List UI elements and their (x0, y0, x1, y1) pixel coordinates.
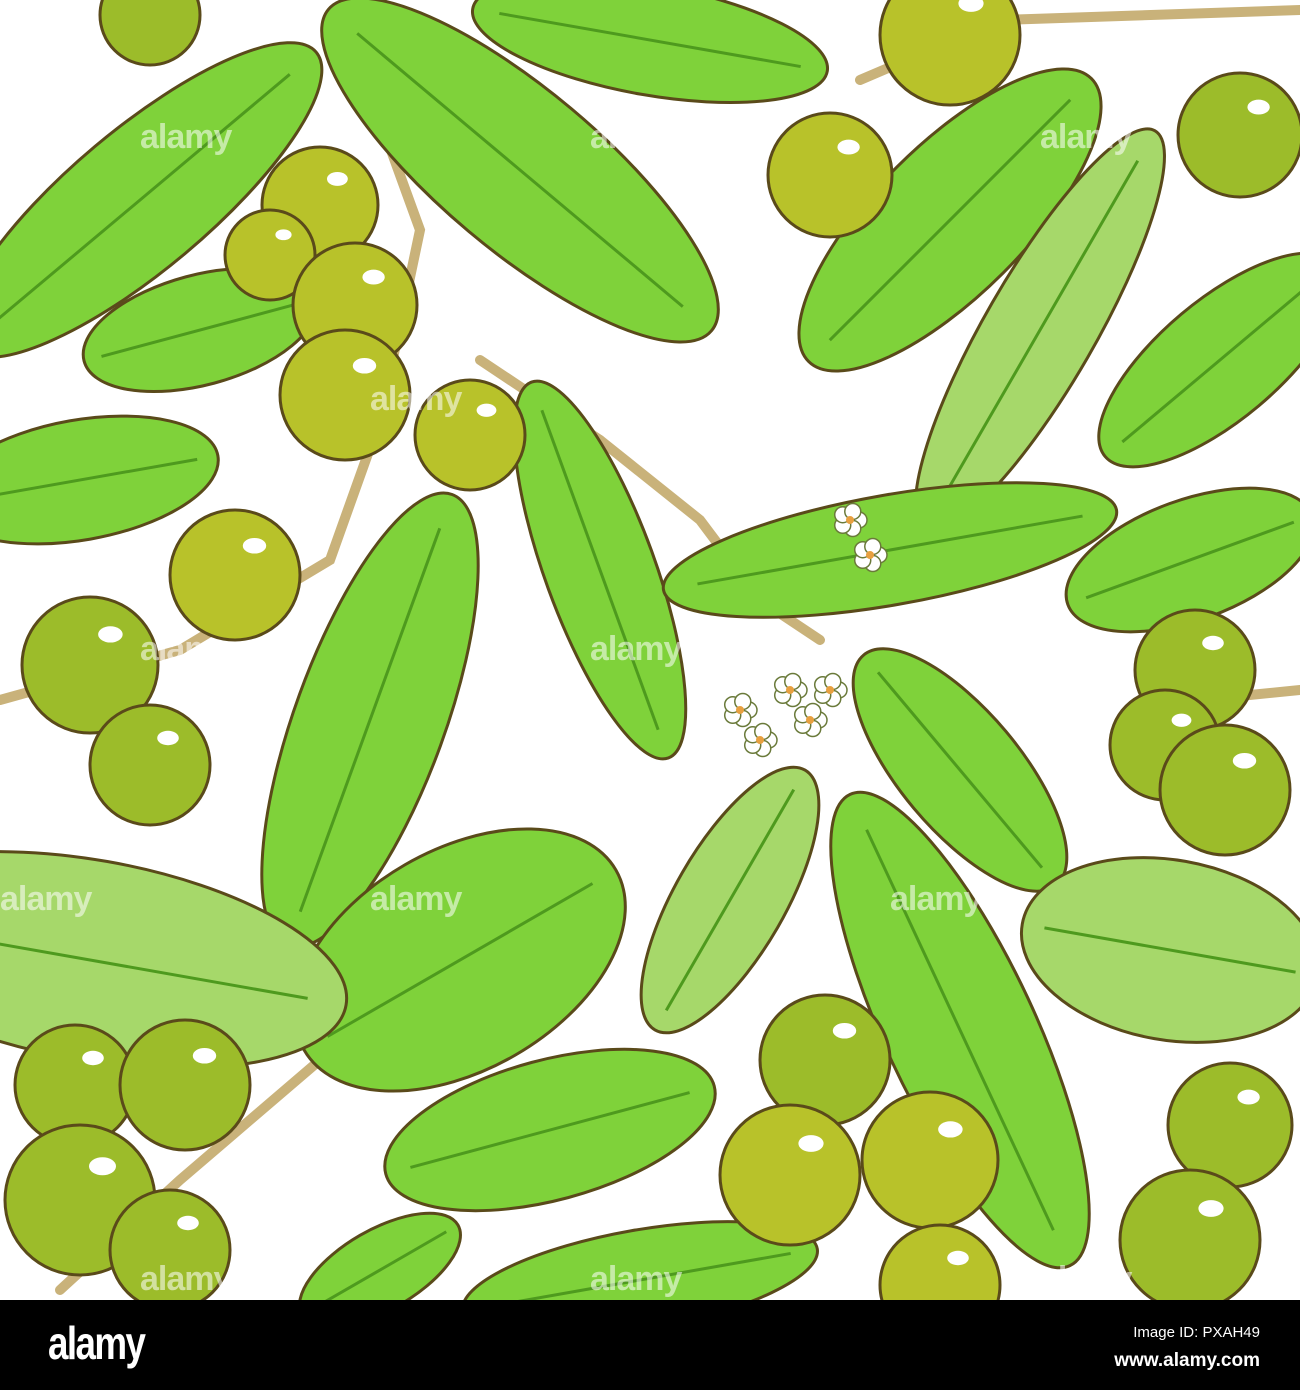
fruit-highlight (242, 537, 267, 554)
fruit-highlight (1202, 635, 1224, 651)
fruit-highlight (352, 357, 377, 374)
flower-center (786, 686, 794, 694)
flower-center (826, 686, 834, 694)
watermark: alamy (0, 380, 92, 418)
watermark: alamy (820, 380, 912, 418)
shea-fruit (878, 1223, 1002, 1300)
fruit-highlight (362, 269, 385, 285)
watermark: alamy (1040, 118, 1132, 156)
watermark: alamy (140, 118, 232, 156)
fruit-highlight (82, 1050, 104, 1066)
watermark: alamy (590, 630, 682, 668)
shea-fruit (766, 111, 894, 239)
footer-bar: alamy Image ID: PXAH49 www.alamy.com (0, 1300, 1300, 1390)
fruit-highlight (157, 730, 179, 746)
flower-petal (824, 672, 842, 691)
fruit-highlight (1171, 713, 1192, 727)
flower-center (736, 706, 744, 714)
fruit-highlight (177, 1215, 199, 1231)
watermark: alamy (370, 380, 462, 418)
flower-petal (784, 672, 802, 691)
watermark: alamy (590, 118, 682, 156)
fruit-highlight (1237, 1089, 1260, 1105)
fruit-highlight (275, 229, 292, 241)
watermark: alamy (140, 1260, 232, 1298)
shea-fruit (98, 0, 202, 67)
flower-center (866, 551, 874, 559)
fruit-highlight (1198, 1200, 1224, 1217)
fruit-highlight (832, 1022, 857, 1039)
watermark: alamy (590, 1260, 682, 1298)
flower-petal (844, 502, 862, 521)
fruit-highlight (326, 171, 348, 186)
shea-fruit (860, 1090, 1000, 1230)
fruit-highlight (938, 1121, 963, 1138)
flower-petal (864, 537, 882, 556)
flower-center (846, 516, 854, 524)
flower-petal (754, 722, 772, 741)
shea-fruit (1166, 1061, 1294, 1189)
shea-fruit (88, 703, 212, 827)
flower-center (806, 716, 814, 724)
image-id: Image ID: PXAH49 (1133, 1324, 1260, 1341)
flower-center (756, 736, 764, 744)
watermark: alamy (140, 630, 232, 668)
flower-petal (734, 692, 752, 711)
shea-fruit (1158, 723, 1292, 857)
flower-petal (804, 702, 822, 721)
watermark: alamy (1040, 630, 1132, 668)
watermark: alamy (890, 880, 982, 918)
fruit-highlight (192, 1047, 217, 1064)
site-url: www.alamy.com (1114, 1350, 1260, 1371)
fruit-highlight (98, 626, 123, 643)
fruit-highlight (89, 1157, 116, 1176)
shea-fruit (1176, 71, 1300, 199)
fruit-highlight (837, 139, 860, 155)
shea-fruit (1118, 1168, 1262, 1300)
fruit-highlight (476, 403, 497, 417)
image-frame: alamy alamy alamy alamy alamy alamy alam… (0, 0, 1300, 1390)
shea-fruit (168, 508, 302, 642)
shea-fruit (118, 1018, 252, 1152)
fruit-highlight (1232, 752, 1257, 769)
watermark: alamy (370, 880, 462, 918)
fruit-highlight (798, 1135, 824, 1152)
watermark: alamy (0, 880, 92, 918)
fruit-highlight (1247, 99, 1270, 115)
shea-fruit (718, 1103, 862, 1247)
watermark: alamy (1040, 1260, 1132, 1298)
alamy-logo: alamy (48, 1317, 146, 1369)
fruit-highlight (947, 1250, 969, 1266)
